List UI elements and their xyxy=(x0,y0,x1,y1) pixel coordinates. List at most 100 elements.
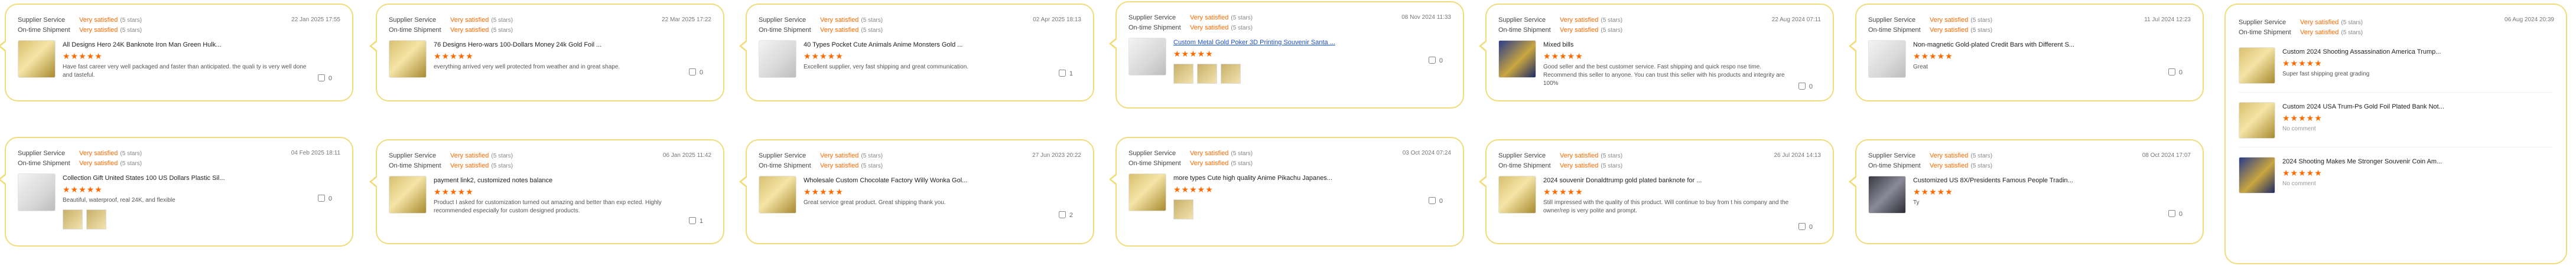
like-button[interactable]: 0 xyxy=(2168,68,2183,76)
review-photo[interactable] xyxy=(1221,64,1241,84)
thumbs-up-icon xyxy=(2168,210,2175,217)
like-count: 1 xyxy=(1069,70,1073,77)
ontime-shipment-label: On-time Shipment xyxy=(1498,27,1551,34)
like-button[interactable]: 0 xyxy=(2168,210,2183,218)
service-rating: Very satisfied xyxy=(820,152,859,159)
product-thumbnail[interactable] xyxy=(1498,176,1536,214)
like-button[interactable]: 0 xyxy=(1428,197,1443,205)
rating-stars: ★★★★★ xyxy=(434,51,474,61)
like-button[interactable]: 0 xyxy=(317,195,332,202)
review-photo[interactable] xyxy=(1197,64,1217,84)
product-thumbnail[interactable] xyxy=(18,40,56,78)
product-title[interactable]: Non-magnetic Gold-plated Credit Bars wit… xyxy=(1913,40,2191,50)
product-title[interactable]: Custom 2024 USA Trum-Ps Gold Foil Plated… xyxy=(2282,102,2553,111)
ontime-shipment-label: On-time Shipment xyxy=(18,27,70,34)
supplier-service-label: Supplier Service xyxy=(18,150,66,157)
product-thumbnail[interactable] xyxy=(1868,40,1906,78)
thumbs-up-icon xyxy=(1428,57,1436,64)
shipment-stars: (5 stars) xyxy=(861,27,883,34)
product-title[interactable]: 2024 souvenir Donaldtrump gold plated ba… xyxy=(1543,176,1821,185)
service-rating: Very satisfied xyxy=(1930,152,1969,159)
rating-stars: ★★★★★ xyxy=(1543,187,1583,196)
product-title[interactable]: Custom Metal Gold Poker 3D Printing Souv… xyxy=(1173,38,1451,47)
product-title[interactable]: 2024 Shooting Makes Me Stronger Souvenir… xyxy=(2282,157,2553,166)
like-button[interactable]: 0 xyxy=(688,68,703,76)
ontime-shipment-label: On-time Shipment xyxy=(389,27,441,34)
product-title[interactable]: 76 Designs Hero-wars 100-Dollars Money 2… xyxy=(434,40,711,50)
review-item: 2024 Shooting Makes Me Stronger Souvenir… xyxy=(2239,157,2553,202)
product-thumbnail[interactable] xyxy=(759,176,796,214)
ontime-shipment-label: On-time Shipment xyxy=(18,160,70,167)
review-photo[interactable] xyxy=(1173,199,1193,219)
product-title[interactable]: All Designs Hero 24K Banknote Iron Man G… xyxy=(63,40,340,50)
review-card: Supplier Service On-time Shipment Very sa… xyxy=(1849,4,2204,101)
like-button[interactable]: 0 xyxy=(1798,83,1813,90)
product-thumbnail[interactable] xyxy=(18,173,56,211)
supplier-service-label: Supplier Service xyxy=(759,17,806,24)
review-date: 06 Jan 2025 11:42 xyxy=(662,152,711,159)
like-button[interactable]: 2 xyxy=(1058,211,1073,219)
supplier-service-label: Supplier Service xyxy=(759,152,806,159)
rating-stars: ★★★★★ xyxy=(804,51,844,61)
review-date: 03 Oct 2024 07:24 xyxy=(1402,150,1451,156)
shipment-stars: (5 stars) xyxy=(491,27,513,34)
product-thumbnail[interactable] xyxy=(389,176,427,214)
shipment-rating: Very satisfied xyxy=(1930,162,1969,169)
product-title[interactable]: Customized US 8X/Presidents Famous Peopl… xyxy=(1913,176,2191,185)
like-button[interactable]: 0 xyxy=(1798,223,1813,231)
like-button[interactable]: 1 xyxy=(688,217,703,225)
product-thumbnail[interactable] xyxy=(1868,176,1906,214)
product-thumbnail[interactable] xyxy=(1128,173,1166,211)
ontime-shipment-label: On-time Shipment xyxy=(1128,160,1181,167)
product-thumbnail[interactable] xyxy=(2239,47,2275,84)
review-card: Supplier Service On-time Shipment Very sa… xyxy=(1109,1,1464,109)
review-date: 22 Jan 2025 17:55 xyxy=(291,17,340,23)
supplier-service-label: Supplier Service xyxy=(1128,150,1176,157)
rating-stars: ★★★★★ xyxy=(2282,113,2323,123)
like-button[interactable]: 0 xyxy=(317,74,332,82)
review-comment: Have fast career very well packaged and … xyxy=(63,64,307,78)
product-title[interactable]: Custom 2024 Shooting Assassination Ameri… xyxy=(2282,47,2553,57)
like-count: 0 xyxy=(1439,57,1443,64)
ontime-shipment-label: On-time Shipment xyxy=(1128,24,1181,31)
supplier-service-label: Supplier Service xyxy=(1498,152,1546,159)
product-title[interactable]: payment link2, customized notes balance xyxy=(434,176,711,185)
like-button[interactable]: 0 xyxy=(1428,57,1443,64)
ontime-shipment-label: On-time Shipment xyxy=(1868,27,1921,34)
like-count: 2 xyxy=(1069,212,1073,219)
thumbs-up-icon xyxy=(1428,197,1436,204)
product-thumbnail[interactable] xyxy=(389,40,427,78)
ontime-shipment-label: On-time Shipment xyxy=(389,162,441,169)
service-stars: (5 stars) xyxy=(491,17,513,24)
product-thumbnail[interactable] xyxy=(2239,102,2275,139)
product-title[interactable]: 40 Types Pocket Cute Animals Anime Monst… xyxy=(804,40,1081,50)
review-date: 22 Aug 2024 07:11 xyxy=(1771,17,1821,23)
like-count: 0 xyxy=(699,69,703,76)
thumbs-up-icon xyxy=(2168,68,2175,76)
like-button[interactable]: 1 xyxy=(1058,70,1073,77)
review-date: 04 Feb 2025 18:11 xyxy=(291,150,340,156)
product-title[interactable]: Wholesale Custom Chocolate Factory Willy… xyxy=(804,176,1081,185)
shipment-stars: (5 stars) xyxy=(1231,160,1253,167)
multi-product-review-card: Supplier Service On-time Shipment Very sa… xyxy=(2224,4,2567,264)
review-photo[interactable] xyxy=(63,209,83,229)
service-stars: (5 stars) xyxy=(120,17,142,24)
product-thumbnail[interactable] xyxy=(759,40,796,78)
product-thumbnail[interactable] xyxy=(1498,40,1536,78)
product-title[interactable]: more types Cute high quality Anime Pikac… xyxy=(1173,173,1451,183)
product-thumbnail[interactable] xyxy=(2239,157,2275,193)
thumbs-up-icon xyxy=(317,195,325,202)
like-count: 1 xyxy=(699,218,703,225)
review-photo[interactable] xyxy=(86,209,106,229)
service-rating: Very satisfied xyxy=(1560,152,1599,159)
shipment-rating: Very satisfied xyxy=(79,27,118,34)
product-title[interactable]: Mixed bills xyxy=(1543,40,1821,50)
service-stars: (5 stars) xyxy=(1601,17,1623,24)
review-photo[interactable] xyxy=(1173,64,1193,84)
product-thumbnail[interactable] xyxy=(1128,38,1166,76)
review-comment: Beautiful, waterproof, real 24K, and fle… xyxy=(63,197,175,204)
shipment-stars: (5 stars) xyxy=(491,163,513,169)
product-title[interactable]: Collection Gift United States 100 US Dol… xyxy=(63,173,340,183)
review-comment: everything arrived very well protected f… xyxy=(434,64,620,70)
service-stars: (5 stars) xyxy=(1601,153,1623,159)
